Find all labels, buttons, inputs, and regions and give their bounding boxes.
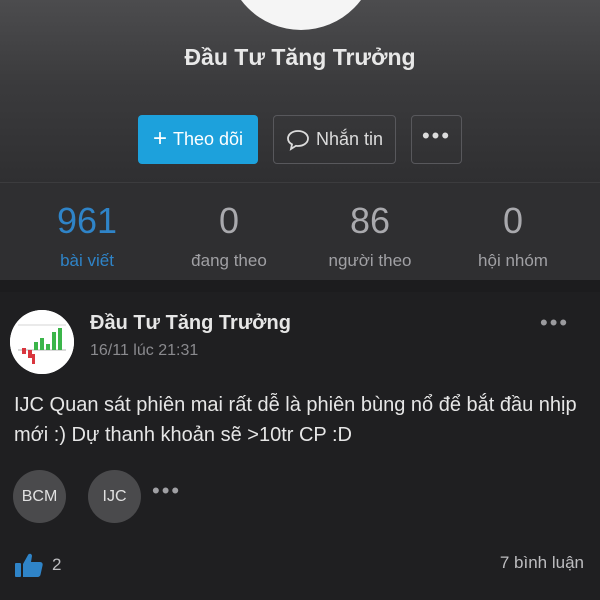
stat-value: 0 [502, 200, 524, 241]
stat-label: hội nhóm [478, 251, 548, 270]
tags-more-icon[interactable]: ••• [152, 478, 181, 504]
post-menu-icon[interactable]: ••• [540, 310, 569, 336]
stat-value: 0 [218, 200, 240, 241]
post-body: IJC Quan sát phiên mai rất dễ là phiên b… [14, 394, 577, 446]
stat-value: 961 [56, 200, 118, 241]
stat-groups[interactable]: 0 hội nhóm [438, 183, 588, 271]
stat-label: bài viết [60, 251, 114, 270]
stat-followers[interactable]: 86 người theo [295, 183, 445, 271]
stock-tag-bcm[interactable]: BCM [13, 470, 66, 523]
profile-avatar[interactable] [226, 0, 376, 30]
stat-label: đang theo [191, 251, 267, 270]
chart-thumbnail-icon [10, 310, 74, 374]
profile-header: Đầu Tư Tăng Trưởng + Theo dõi Nhắn tin •… [0, 0, 600, 182]
follow-button[interactable]: + Theo dõi [138, 115, 258, 164]
stat-value: 86 [349, 200, 391, 241]
message-button-label: Nhắn tin [315, 129, 384, 149]
profile-name: Đầu Tư Tăng Trưởng [184, 44, 416, 70]
stat-posts[interactable]: 961 bài viết [12, 183, 162, 271]
stock-tag-ijc[interactable]: IJC [88, 470, 141, 523]
comments-link[interactable]: 7 bình luận [500, 553, 584, 573]
more-dots-icon: ••• [421, 122, 452, 148]
follow-button-label: Theo dõi [172, 129, 244, 149]
profile-stats: 961 bài viết 0 đang theo 86 người theo 0… [0, 182, 600, 280]
post-timestamp: 16/11 lúc 21:31 [90, 342, 199, 359]
stat-label: người theo [328, 251, 412, 270]
post-avatar[interactable] [10, 310, 74, 374]
stat-following[interactable]: 0 đang theo [154, 183, 304, 271]
post-card: Đầu Tư Tăng Trưởng 16/11 lúc 21:31 ••• I… [0, 292, 600, 600]
like-count: 2 [52, 555, 62, 574]
thumbs-up-icon[interactable] [14, 552, 44, 578]
chat-bubble-icon [287, 129, 309, 151]
more-button[interactable]: ••• [411, 115, 462, 164]
post-author[interactable]: Đầu Tư Tăng Trưởng [90, 312, 291, 335]
plus-icon: + [152, 124, 167, 152]
message-button[interactable]: Nhắn tin [273, 115, 396, 164]
